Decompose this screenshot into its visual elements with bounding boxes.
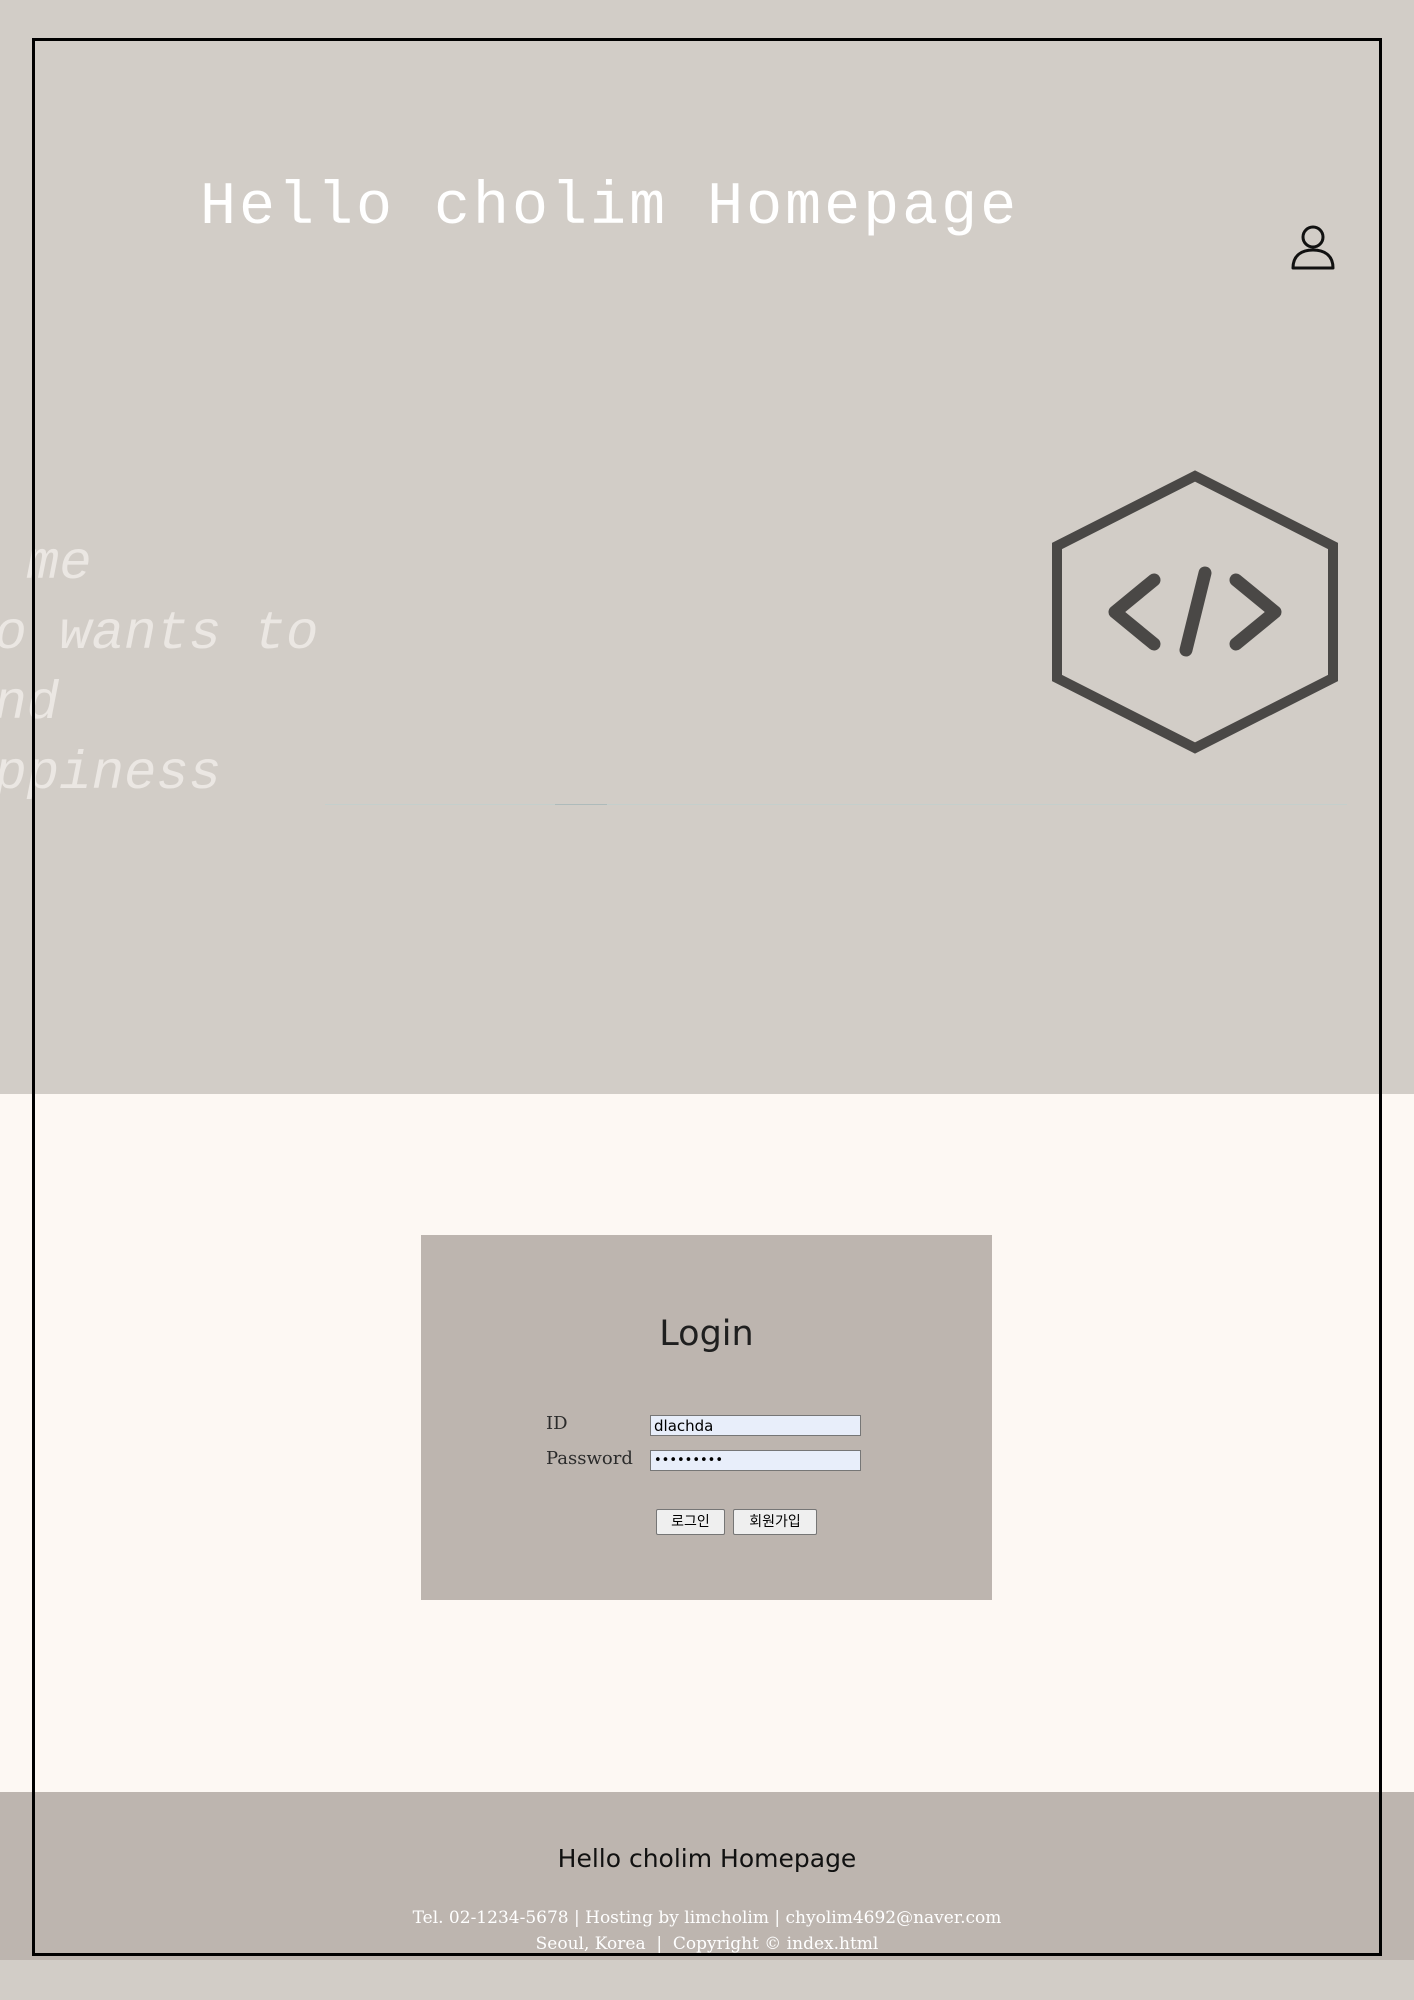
signup-button[interactable]: 회원가입: [733, 1509, 817, 1535]
id-input[interactable]: [650, 1415, 861, 1436]
user-icon[interactable]: [1290, 224, 1336, 270]
login-panel: Login ID Password 로그인 회원가입: [421, 1235, 992, 1600]
footer-title: Hello cholim Homepage: [557, 1844, 857, 1873]
footer: Hello cholim Homepage Tel. 02-1234-5678 …: [0, 1792, 1414, 1960]
hero-section: Hello cholim Homepage o me ho wants to i…: [0, 0, 1414, 1094]
login-button[interactable]: 로그인: [656, 1509, 725, 1535]
footer-contact: Tel. 02-1234-5678 | Hosting by limcholim…: [412, 1908, 1002, 1928]
code-hexagon-icon: [1052, 470, 1338, 754]
password-label: Password: [546, 1448, 633, 1469]
site-title: Hello cholim Homepage: [200, 174, 1020, 242]
id-label: ID: [546, 1413, 568, 1434]
hero-divider: [325, 804, 1347, 805]
password-input[interactable]: [650, 1450, 861, 1471]
footer-copyright: Seoul, Korea | Copyright © index.html: [535, 1934, 879, 1954]
login-heading: Login: [659, 1314, 754, 1354]
hero-tagline: o me ho wants to ind appiness: [0, 534, 319, 805]
main-content: Login ID Password 로그인 회원가입: [0, 1094, 1414, 1792]
hero-divider-accent: [555, 804, 607, 805]
